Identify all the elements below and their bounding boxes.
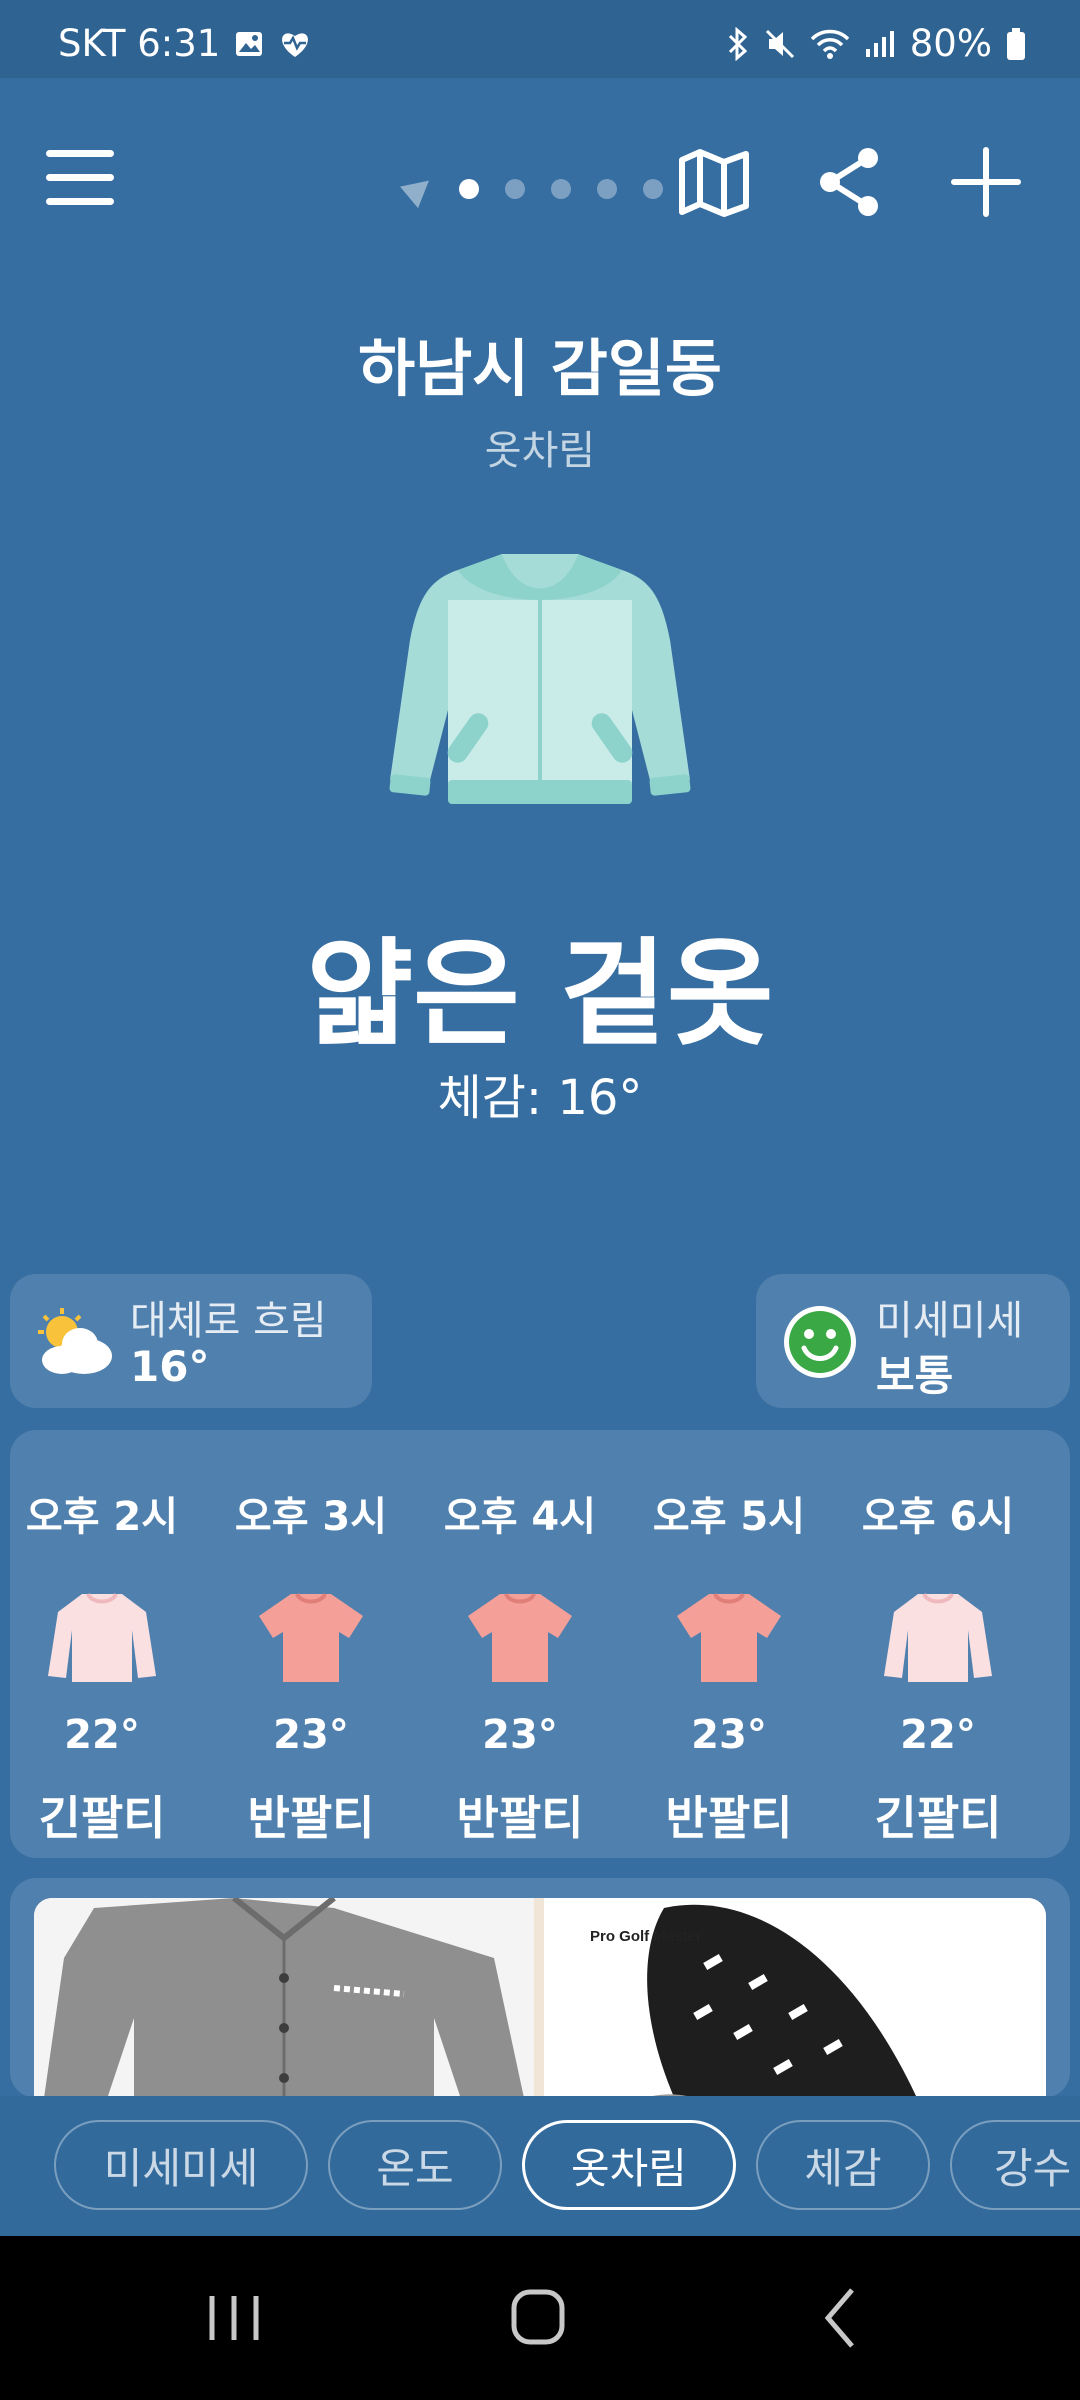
long-sleeve-shirt-icon	[884, 1592, 992, 1682]
ad-image[interactable]: Pro Golf Master	[34, 1898, 1046, 2098]
signal-icon	[865, 30, 894, 57]
wifi-icon	[810, 29, 849, 59]
status-right: 80%	[726, 22, 1026, 65]
mute-icon	[765, 29, 794, 58]
menu-icon	[46, 150, 114, 157]
tab-fine-dust[interactable]: 미세미세	[54, 2120, 308, 2210]
page-dot	[551, 179, 571, 199]
smiley-icon	[784, 1306, 856, 1378]
jacket-icon	[389, 554, 691, 804]
location-title: 하남시 감일동	[358, 332, 722, 405]
hour-outfit: 반팔티	[456, 1791, 584, 1845]
current-location-icon	[400, 169, 438, 209]
hour-outfit: 반팔티	[247, 1791, 375, 1845]
tab-precipitation[interactable]: 강수	[950, 2120, 1080, 2210]
page-dot	[597, 179, 617, 199]
tab-temperature[interactable]: 온도	[328, 2120, 502, 2210]
hour-outfit: 반팔티	[665, 1791, 793, 1845]
weather-summary-card[interactable]: 대체로 흐림 16°	[10, 1274, 372, 1408]
ad-brand-text: Pro Golf Master	[590, 1928, 702, 1945]
menu-icon-line	[46, 198, 114, 205]
health-notification-icon	[282, 32, 309, 57]
add-location-icon[interactable]	[948, 144, 1024, 220]
page-dot	[505, 179, 525, 199]
battery-percent: 80%	[909, 22, 992, 65]
ad-banner[interactable]: Pro Golf Master	[10, 1878, 1070, 2098]
hour-outfit: 긴팔티	[38, 1791, 166, 1845]
back-icon[interactable]	[792, 2276, 892, 2360]
t-shirt-icon	[468, 1592, 572, 1682]
shirt-product-image	[34, 1898, 534, 2098]
view-subtitle: 옷차림	[484, 428, 596, 474]
bluetooth-icon	[728, 26, 747, 61]
t-shirt-icon	[259, 1592, 363, 1682]
home-icon[interactable]	[488, 2276, 588, 2360]
gallery-notification-icon	[236, 31, 263, 56]
recent-apps-icon[interactable]	[184, 2276, 284, 2360]
menu-icon-line	[46, 174, 114, 181]
hour-temp: 22°	[64, 1712, 140, 1758]
status-left: SKT 6:31	[58, 22, 312, 65]
hour-time: 오후 3시	[234, 1494, 388, 1540]
tab-outfit[interactable]: 옷차림	[522, 2120, 736, 2210]
feels-like-temp: 체감: 16°	[437, 1070, 643, 1126]
weather-condition: 대체로 흐림	[130, 1298, 327, 1344]
dust-title: 미세미세	[876, 1298, 1024, 1344]
hour-time: 오후 4시	[443, 1494, 597, 1540]
hourly-forecast[interactable]: 오후 2시 22° 긴팔티 오후 3시 23° 반팔티 오후 4시 23° 반팔…	[10, 1430, 1070, 1858]
page-dot	[643, 179, 663, 199]
hour-time: 오후 5시	[652, 1494, 806, 1540]
hour-temp: 22°	[900, 1712, 976, 1758]
hour-temp: 23°	[482, 1712, 558, 1758]
fine-dust-card[interactable]: 미세미세 보통	[756, 1274, 1070, 1408]
page-dot-active	[459, 179, 479, 199]
share-icon[interactable]	[812, 144, 888, 220]
hour-temp: 23°	[691, 1712, 767, 1758]
battery-icon	[1007, 27, 1025, 60]
hour-time: 오후 6시	[861, 1494, 1015, 1540]
partly-cloudy-icon	[38, 1308, 112, 1374]
menu-button[interactable]	[46, 150, 114, 210]
top-app-bar	[0, 120, 1080, 260]
status-bar: SKT 6:31 80%	[0, 0, 1080, 78]
location-page-indicator[interactable]	[400, 169, 663, 209]
current-temp: 16°	[130, 1342, 210, 1391]
category-tab-bar: 미세미세 온도 옷차림 체감 강수	[0, 2096, 1080, 2236]
system-nav-bar	[0, 2236, 1080, 2400]
outfit-recommendation: 얇은 겉옷	[306, 927, 774, 1062]
map-icon[interactable]	[676, 144, 752, 220]
t-shirt-icon	[677, 1592, 781, 1682]
tab-feels-like[interactable]: 체감	[756, 2120, 930, 2210]
hour-temp: 23°	[273, 1712, 349, 1758]
status-time: SKT 6:31	[58, 22, 221, 65]
dust-status: 보통	[876, 1351, 954, 1400]
hour-outfit: 긴팔티	[874, 1791, 1002, 1845]
hour-time: 오후 2시	[25, 1494, 179, 1540]
long-sleeve-shirt-icon	[48, 1592, 156, 1682]
